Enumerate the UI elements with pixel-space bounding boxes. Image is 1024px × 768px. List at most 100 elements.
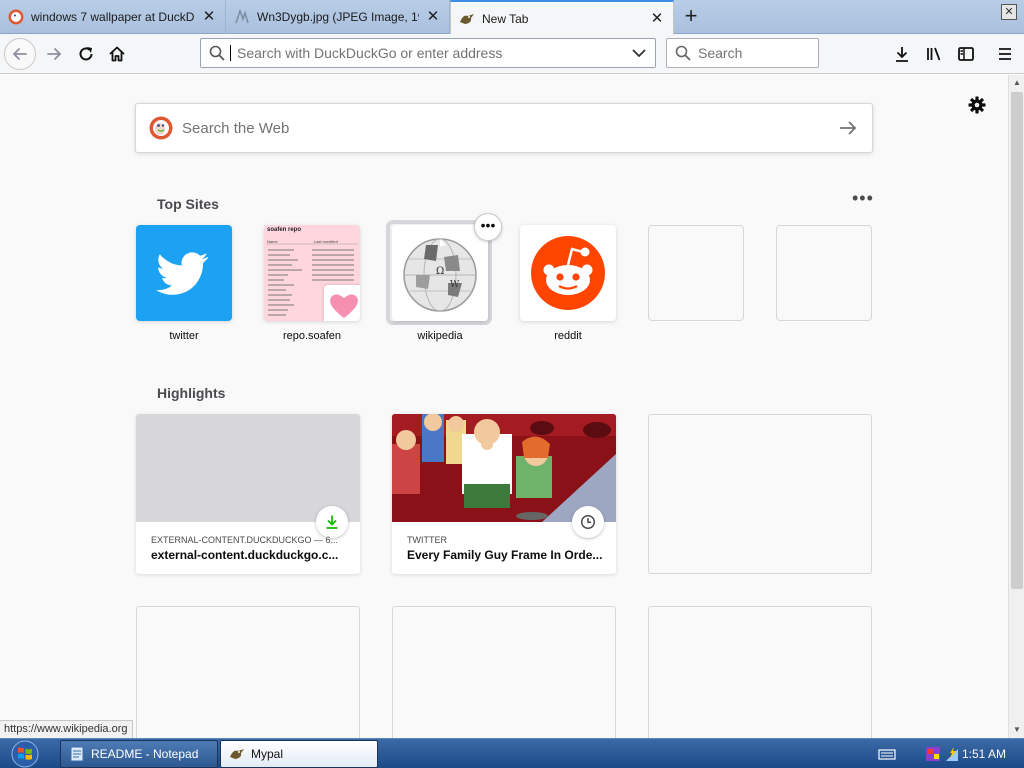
mypal-icon bbox=[230, 749, 244, 759]
gear-icon[interactable] bbox=[966, 94, 988, 116]
svg-text:Ω: Ω bbox=[436, 266, 444, 277]
highlight-empty-slot bbox=[136, 606, 360, 738]
windows-taskbar: README - Notepad Mypal 1:51 AM bbox=[0, 738, 1024, 768]
tab-new-tab[interactable]: New Tab ✕ bbox=[450, 0, 674, 35]
card-context-badge bbox=[572, 506, 604, 538]
top-site-empty-slot bbox=[648, 225, 744, 321]
arrow-right-icon bbox=[47, 48, 62, 60]
downloads-button[interactable] bbox=[888, 40, 916, 68]
menu-button[interactable] bbox=[991, 40, 1019, 68]
new-tab-plus-icon[interactable]: + bbox=[677, 3, 705, 31]
forward-button[interactable] bbox=[38, 38, 70, 70]
top-site-wikipedia[interactable]: Ω W bbox=[392, 225, 488, 321]
tab-bar: windows 7 wallpaper at DuckDuckGo ✕ Wn3D… bbox=[0, 0, 1024, 35]
home-icon bbox=[109, 46, 125, 62]
web-search-box[interactable]: Search the Web bbox=[135, 103, 873, 153]
tab-duckduckgo-search[interactable]: windows 7 wallpaper at DuckDuckGo ✕ bbox=[0, 0, 226, 34]
back-button[interactable] bbox=[4, 38, 36, 70]
window-close-icon[interactable]: ✕ bbox=[1001, 4, 1017, 20]
top-sites-heading: Top Sites bbox=[157, 196, 219, 212]
web-search-placeholder: Search the Web bbox=[182, 119, 290, 137]
top-site-label: reddit bbox=[554, 330, 582, 342]
search-icon bbox=[675, 45, 691, 61]
taskbar-item-notepad[interactable]: README - Notepad bbox=[60, 740, 218, 768]
scroll-up-arrow-icon[interactable]: ▲ bbox=[1009, 75, 1024, 91]
address-bar[interactable]: Search with DuckDuckGo or enter address bbox=[200, 38, 656, 68]
taskbar-item-label: README - Notepad bbox=[91, 747, 199, 761]
chevron-down-icon[interactable] bbox=[631, 45, 647, 61]
home-button[interactable] bbox=[101, 38, 133, 70]
taskbar-item-mypal[interactable]: Mypal bbox=[220, 740, 378, 768]
download-icon bbox=[896, 47, 908, 62]
sidebar-icon bbox=[958, 47, 974, 61]
search-icon bbox=[209, 45, 225, 61]
notepad-icon bbox=[70, 746, 84, 762]
download-icon bbox=[326, 515, 338, 529]
scrollbar-thumb[interactable] bbox=[1011, 92, 1023, 589]
windows-logo-icon bbox=[11, 740, 39, 768]
duckduckgo-icon bbox=[149, 116, 173, 140]
top-site-label: wikipedia bbox=[417, 330, 463, 342]
top-site-repo-soafen[interactable]: soafen repo Name Last modified bbox=[264, 225, 360, 321]
vertical-scrollbar[interactable]: ▲ ▼ bbox=[1008, 75, 1024, 738]
system-tray bbox=[878, 739, 960, 768]
library-icon bbox=[927, 47, 941, 61]
scroll-down-arrow-icon[interactable]: ▼ bbox=[1009, 722, 1024, 738]
search-bar-placeholder: Search bbox=[698, 45, 743, 61]
tab-jpeg-image[interactable]: Wn3Dygb.jpg (JPEG Image, 1920 × 1080 pix… bbox=[226, 0, 450, 34]
library-button[interactable] bbox=[920, 40, 948, 68]
network-icon[interactable] bbox=[944, 745, 960, 763]
wikipedia-globe-icon: Ω W bbox=[403, 238, 477, 312]
highlight-card[interactable]: EXTERNAL-CONTENT.DUCKDUCKGO — 6... exter… bbox=[136, 414, 360, 574]
taskbar-clock[interactable]: 1:51 AM bbox=[962, 747, 1006, 761]
top-site-label: repo.soafen bbox=[282, 330, 342, 342]
highlight-empty-slot bbox=[648, 414, 872, 574]
highlight-card[interactable]: TWITTER Every Family Guy Frame In Orde..… bbox=[392, 414, 616, 574]
top-site-reddit[interactable] bbox=[520, 225, 616, 321]
action-center-flag-icon[interactable] bbox=[924, 745, 942, 763]
heart-favicon-box bbox=[324, 285, 360, 321]
taskbar-item-label: Mypal bbox=[251, 747, 284, 761]
reddit-alien-icon bbox=[531, 236, 605, 310]
arrow-right-icon[interactable] bbox=[836, 116, 860, 140]
tab-title: windows 7 wallpaper at DuckDuckGo bbox=[31, 10, 195, 24]
card-context-badge bbox=[316, 506, 348, 538]
heart-icon bbox=[330, 294, 358, 318]
card-title: Every Family Guy Frame In Orde... bbox=[407, 548, 603, 562]
sidebar-button[interactable] bbox=[952, 40, 980, 68]
svg-text:W: W bbox=[450, 280, 460, 290]
twitter-bird-icon bbox=[156, 252, 209, 295]
card-title: external-content.duckduckgo.c... bbox=[151, 548, 339, 562]
highlight-empty-slot bbox=[392, 606, 616, 738]
search-bar[interactable]: Search bbox=[666, 38, 819, 68]
start-button[interactable] bbox=[6, 739, 44, 768]
close-tab-icon[interactable]: ✕ bbox=[425, 9, 441, 25]
image-file-icon bbox=[235, 9, 249, 24]
reload-button[interactable] bbox=[70, 38, 102, 70]
highlights-heading: Highlights bbox=[157, 385, 226, 401]
top-site-label: twitter bbox=[169, 330, 199, 342]
card-source: EXTERNAL-CONTENT.DUCKDUCKGO — 6... bbox=[151, 535, 339, 545]
card-source: TWITTER bbox=[407, 535, 447, 545]
address-bar-placeholder: Search with DuckDuckGo or enter address bbox=[237, 45, 503, 61]
mypal-icon bbox=[460, 13, 474, 24]
tab-title: New Tab bbox=[482, 11, 529, 26]
link-status-url: https://www.wikipedia.org bbox=[0, 720, 133, 738]
tile-context-menu-button[interactable]: ••• bbox=[474, 213, 502, 241]
hamburger-menu-icon bbox=[999, 48, 1011, 60]
keyboard-icon[interactable] bbox=[878, 745, 896, 763]
duckduckgo-icon bbox=[8, 9, 24, 25]
clock-icon bbox=[580, 514, 596, 530]
highlight-empty-slot bbox=[648, 606, 872, 738]
more-options-icon[interactable]: ••• bbox=[852, 189, 876, 209]
navigation-toolbar: Search with DuckDuckGo or enter address … bbox=[0, 34, 1024, 74]
tab-title: Wn3Dygb.jpg (JPEG Image, 1920 × 1080 pix… bbox=[257, 10, 419, 24]
close-tab-icon[interactable]: ✕ bbox=[201, 9, 217, 25]
text-cursor bbox=[230, 45, 231, 61]
new-tab-page: Search the Web Top Sites ••• twitter soa… bbox=[0, 75, 1008, 738]
arrow-left-icon bbox=[12, 48, 27, 60]
top-site-twitter[interactable] bbox=[136, 225, 232, 321]
reload-icon bbox=[79, 47, 93, 61]
top-site-empty-slot bbox=[776, 225, 872, 321]
close-tab-icon[interactable]: ✕ bbox=[649, 10, 665, 27]
